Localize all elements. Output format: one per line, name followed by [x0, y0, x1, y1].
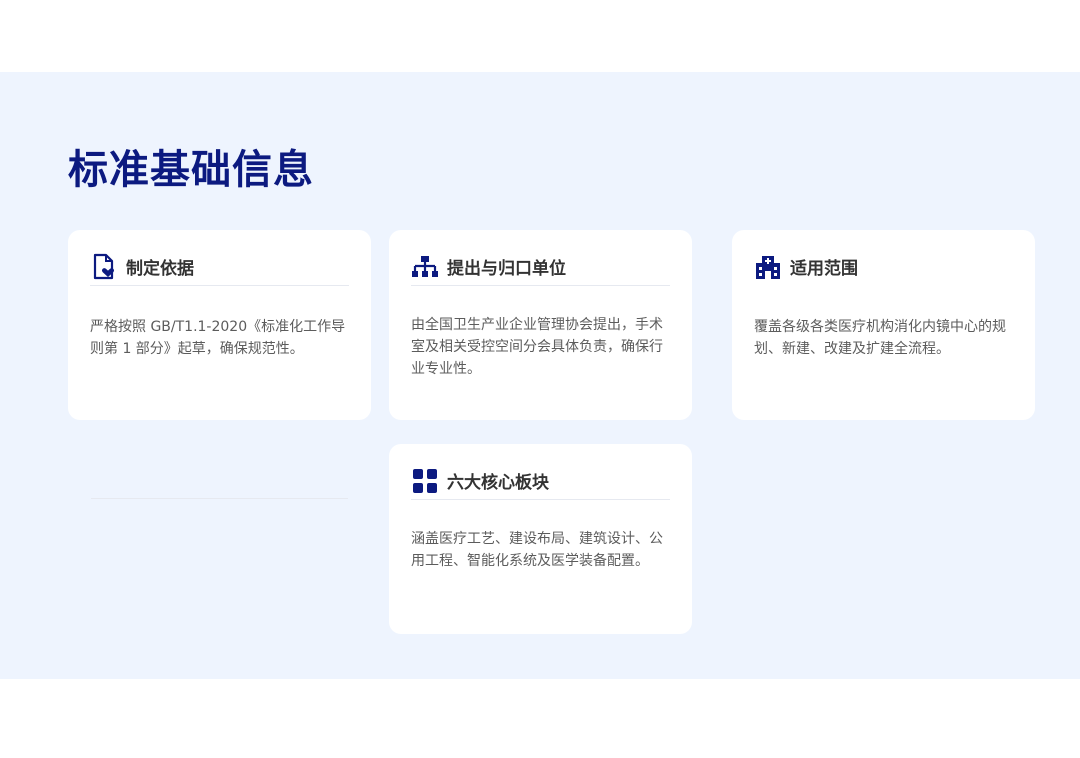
hospital-icon: [754, 253, 782, 281]
card-proposer: 提出与归口单位 由全国卫生产业企业管理协会提出，手术室及相关受控空间分会具体负责…: [389, 230, 692, 420]
card-body: 由全国卫生产业企业管理协会提出，手术室及相关受控空间分会具体负责，确保行业专业性…: [411, 317, 663, 377]
org-chart-icon: [411, 253, 439, 281]
card-title: 适用范围: [790, 259, 858, 279]
card-core-modules: 六大核心板块 涵盖医疗工艺、建设布局、建筑设计、公用工程、智能化系统及医学装备配…: [389, 444, 692, 634]
grid-blocks-icon: [411, 467, 439, 495]
card-body: 涵盖医疗工艺、建设布局、建筑设计、公用工程、智能化系统及医学装备配置。: [411, 531, 663, 569]
card-body: 覆盖各级各类医疗机构消化内镜中心的规划、新建、改建及扩建全流程。: [754, 319, 1006, 357]
card-scope: 适用范围 覆盖各级各类医疗机构消化内镜中心的规划、新建、改建及扩建全流程。: [732, 230, 1035, 420]
card-header: 制定依据: [90, 252, 349, 286]
page-title: 标准基础信息: [68, 147, 314, 193]
card-header: 提出与归口单位: [411, 252, 670, 286]
card-title: 六大核心板块: [447, 473, 549, 493]
document-heart-icon: [90, 253, 118, 281]
card-basis: 制定依据 严格按照 GB/T1.1-2020《标准化工作导则第 1 部分》起草，…: [68, 230, 371, 420]
card-body: 严格按照 GB/T1.1-2020《标准化工作导则第 1 部分》起草，确保规范性…: [90, 319, 346, 357]
divider: [91, 498, 348, 499]
card-header: 六大核心板块: [411, 466, 670, 500]
card-header: 适用范围: [754, 252, 1013, 285]
card-title: 提出与归口单位: [447, 259, 566, 279]
card-title: 制定依据: [126, 259, 194, 279]
